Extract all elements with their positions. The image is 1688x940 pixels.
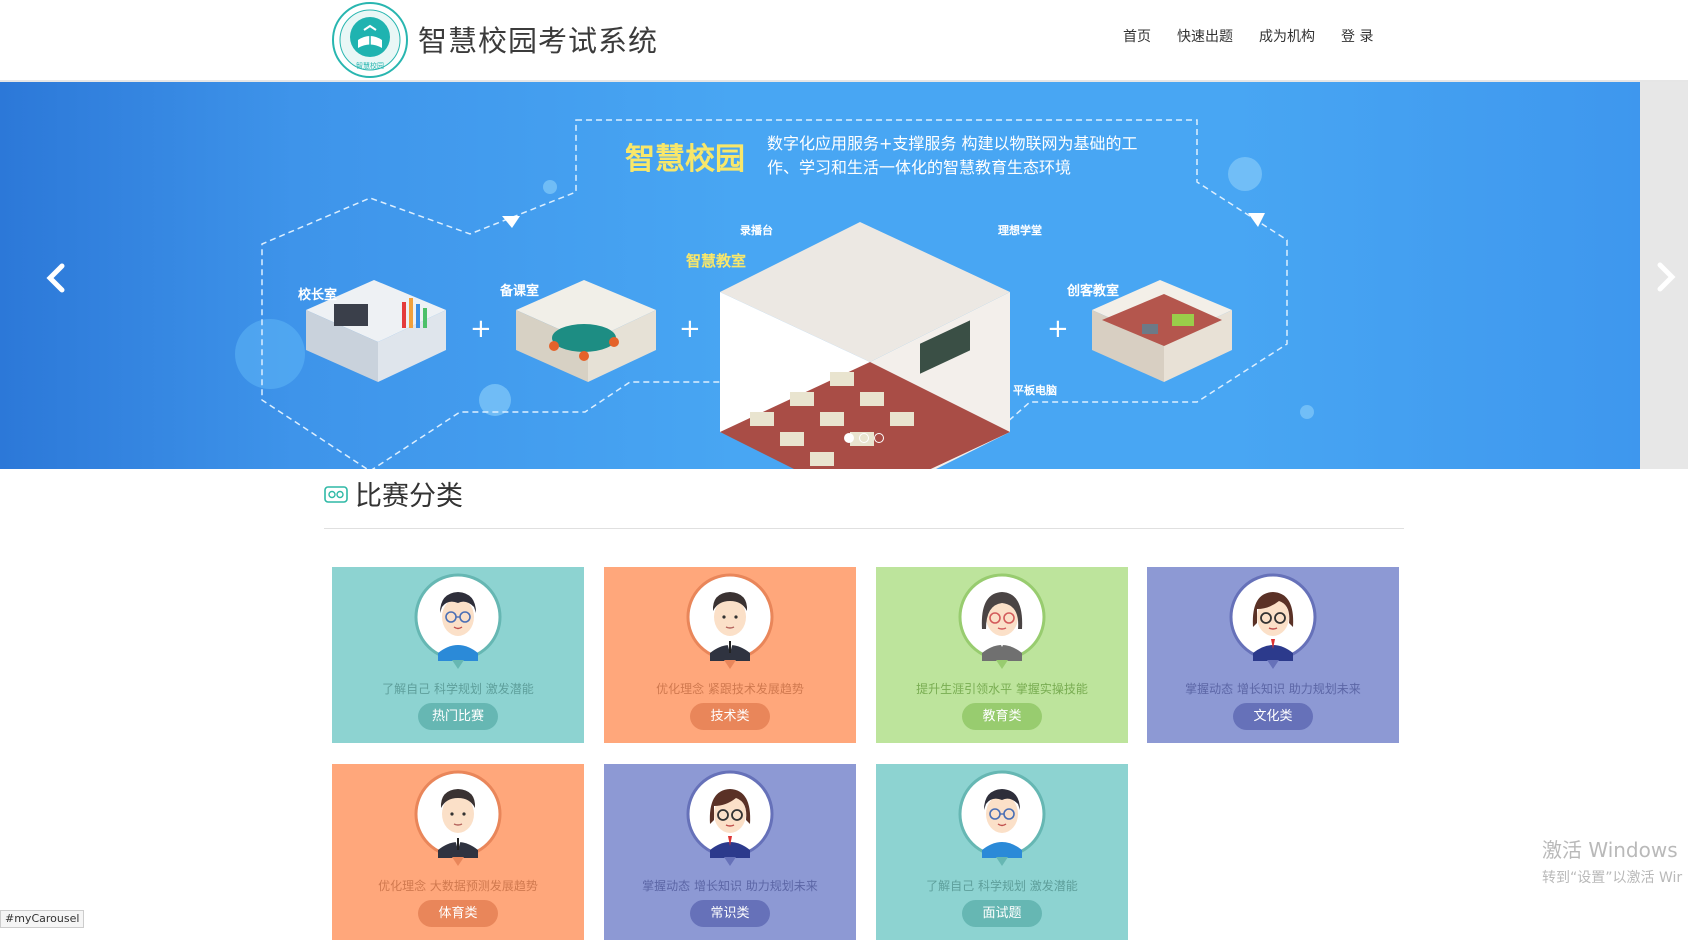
category-button[interactable]: 面试题 (962, 900, 1042, 927)
room-label-smart-classroom: 智慧教室 (686, 252, 747, 270)
category-card[interactable]: 优化理念 紧跟技术发展趋势技术类 (604, 567, 856, 743)
section-header: 比赛分类 (324, 474, 463, 513)
carousel-indicators (844, 433, 884, 443)
category-card[interactable]: 掌握动态 增长知识 助力规划未来常识类 (604, 764, 856, 940)
carousel-next-area[interactable] (1640, 82, 1688, 469)
label-ideal-school: 理想学堂 (998, 224, 1042, 237)
category-card[interactable]: 优化理念 大数据预测发展趋势体育类 (332, 764, 584, 940)
nav-home[interactable]: 首页 (1110, 26, 1164, 46)
plus-icon: + (679, 314, 701, 344)
windows-activation-watermark: 激活 Windows 转到“设置”以激活 Wir (1542, 834, 1682, 887)
plus-icon: + (470, 314, 492, 344)
category-description: 了解自己 科学规划 激发潜能 (382, 682, 534, 696)
category-button[interactable]: 体育类 (418, 900, 498, 927)
category-card[interactable]: 掌握动态 增长知识 助力规划未来文化类 (1147, 567, 1399, 743)
category-button[interactable]: 教育类 (962, 703, 1042, 730)
room-label-principal: 校长室 (298, 288, 338, 303)
carousel-indicator[interactable] (874, 433, 884, 443)
avatar-icon (958, 770, 1046, 866)
carousel-prev-button[interactable] (44, 262, 68, 302)
banner-title: 智慧校园 (625, 142, 745, 177)
category-card[interactable]: 提升生涯引领水平 掌握实操技能教育类 (876, 567, 1128, 743)
site-brand-title: 智慧校园考试系统 (418, 24, 659, 58)
room-label-maker: 创客教室 (1067, 284, 1120, 299)
avatar-icon (686, 770, 774, 866)
avatar-icon (686, 573, 774, 669)
banner-description: 数字化应用服务+支撑服务 构建以物联网为基础的工作、学习和生活一体化的智慧教育生… (767, 134, 1138, 177)
category-description: 掌握动态 增长知识 助力规划未来 (642, 879, 818, 893)
category-button[interactable]: 热门比赛 (418, 703, 498, 730)
section-title: 比赛分类 (355, 481, 463, 512)
avatar-icon (414, 770, 502, 866)
category-card[interactable]: 了解自己 科学规划 激发潜能面试题 (876, 764, 1128, 940)
svg-text:智慧校园: 智慧校园 (356, 61, 384, 70)
avatar-icon (1229, 573, 1317, 669)
section-divider (324, 528, 1404, 529)
glasses-icon (324, 485, 348, 503)
category-description: 提升生涯引领水平 掌握实操技能 (916, 682, 1088, 696)
plus-icon: + (1047, 314, 1069, 344)
label-tablet: 平板电脑 (1013, 384, 1057, 397)
hero-carousel[interactable]: 智慧校园 数字化应用服务+支撑服务 构建以物联网为基础的工作、学习和生活一体化的… (0, 82, 1640, 469)
nav-become-institution[interactable]: 成为机构 (1246, 26, 1328, 46)
chevron-left-icon (46, 263, 65, 293)
watermark-line1: 激活 Windows (1542, 838, 1678, 862)
carousel-indicator[interactable] (844, 433, 854, 443)
category-card[interactable]: 了解自己 科学规划 激发潜能热门比赛 (332, 567, 584, 743)
avatar-icon (414, 573, 502, 669)
carousel-indicator[interactable] (859, 433, 869, 443)
site-logo[interactable]: 智慧校园 (330, 0, 410, 80)
room-label-prep: 备课室 (500, 284, 540, 299)
category-button[interactable]: 技术类 (690, 703, 770, 730)
category-button[interactable]: 常识类 (690, 900, 770, 927)
status-link-preview: #myCarousel (0, 910, 85, 928)
nav-login[interactable]: 登 录 (1328, 26, 1386, 46)
category-description: 了解自己 科学规划 激发潜能 (926, 879, 1078, 893)
site-header: 智慧校园 智慧校园考试系统 首页 快速出题 成为机构 登 录 (0, 0, 1688, 82)
watermark-line2: 转到“设置”以激活 Wir (1542, 870, 1683, 886)
category-description: 优化理念 紧跟技术发展趋势 (656, 682, 804, 696)
category-description: 掌握动态 增长知识 助力规划未来 (1185, 682, 1361, 696)
main-nav: 首页 快速出题 成为机构 登 录 (1110, 26, 1386, 46)
label-recording-desk: 录播台 (740, 224, 773, 237)
nav-quick-question[interactable]: 快速出题 (1164, 26, 1246, 46)
avatar-icon (958, 573, 1046, 669)
category-description: 优化理念 大数据预测发展趋势 (378, 879, 538, 893)
chevron-right-icon[interactable] (1654, 262, 1678, 292)
category-button[interactable]: 文化类 (1233, 703, 1313, 730)
